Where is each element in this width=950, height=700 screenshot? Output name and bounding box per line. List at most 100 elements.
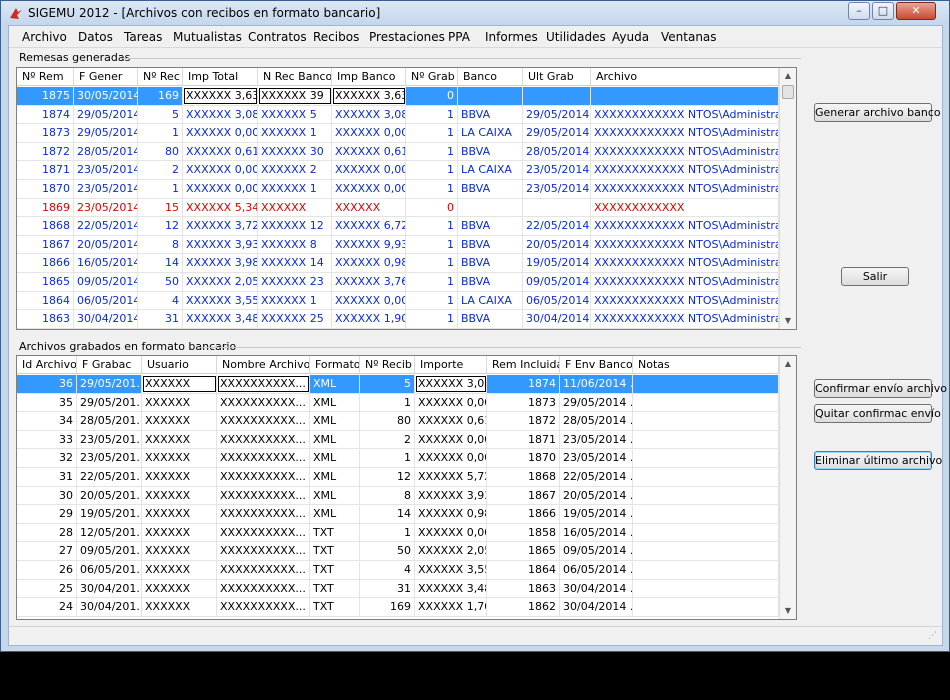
archivos-table-row[interactable]: 26 06/05/201... XXXXXX XXXXXXXXXX... TXT 4 XXX… xyxy=(17,561,779,580)
menu-datos[interactable]: Datos xyxy=(78,30,113,44)
archivos-table-row[interactable]: 30 20/05/201... XXXXXX XXXXXXXXXX... XML 8 XXX… xyxy=(17,486,779,506)
remesas-table-cell: XXXXXX 3,72 xyxy=(183,217,258,236)
menu-tareas[interactable]: Tareas xyxy=(124,30,162,44)
archivos-column-header[interactable]: Rem Incluida xyxy=(487,356,560,374)
archivos-column-header[interactable]: Usuario xyxy=(142,356,217,374)
confirmar-envio-button[interactable]: Confirmar envío archivo xyxy=(814,379,947,398)
remesas-grid[interactable]: Nº Rem F Gener Nº Rec Imp Total N Rec Banco I… xyxy=(16,67,797,330)
maximize-icon[interactable]: □ xyxy=(872,2,894,20)
remesas-table-cell: 20/05/2014 xyxy=(523,235,591,254)
title-bar[interactable]: SIGEMU 2012 - [Archivos con recibos en f… xyxy=(1,1,949,25)
archivos-column-header[interactable]: F Grabac xyxy=(77,356,142,374)
menu-ventanas[interactable]: Ventanas xyxy=(661,30,717,44)
menu-ppa[interactable]: PPA xyxy=(448,30,470,44)
archivos-column-header[interactable]: Nombre Archivo xyxy=(217,356,310,374)
archivos-table-cell: 28 xyxy=(17,523,77,542)
remesas-column-header[interactable]: F Gener xyxy=(74,68,138,86)
archivos-table-cell: XXXXXX 0,61 xyxy=(415,412,487,431)
archivos-column-header[interactable]: Nº Recib xyxy=(360,356,415,374)
remesas-table-row[interactable]: 1872 28/05/2014 80 XXXXXX 0,61 XXXXXX 30 XXXX… xyxy=(17,142,779,162)
remesas-table-cell: 1 xyxy=(406,310,458,329)
scroll-down-icon[interactable]: ▼ xyxy=(780,313,796,329)
archivos-column-header[interactable]: Formato xyxy=(310,356,360,374)
remesas-table-cell: 31 xyxy=(138,310,183,329)
archivos-table-row[interactable]: 33 23/05/201... XXXXXX XXXXXXXXXX... XML 2 XXX… xyxy=(17,430,779,450)
archivos-table-cell: XXXXXXXXXX... xyxy=(217,430,310,449)
archivos-table-cell: 1867 xyxy=(487,486,560,505)
close-icon[interactable]: ✕ xyxy=(896,2,936,20)
archivos-table-row[interactable]: 34 28/05/201... XXXXXX XXXXXXXXXX... XML 80 XX… xyxy=(17,412,779,431)
quitar-confirmacion-button[interactable]: Quitar confirmac envío xyxy=(814,404,941,423)
archivos-table-cell: XXXXXXXXXX... xyxy=(217,412,310,431)
archivos-table-row[interactable]: 24 30/04/201... XXXXXX XXXXXXXXXX... TXT 169 X… xyxy=(17,598,779,617)
menu-ayuda[interactable]: Ayuda xyxy=(612,30,649,44)
remesas-table-cell: 1 xyxy=(406,273,458,291)
remesas-table-row[interactable]: 1867 20/05/2014 8 XXXXXX 3,93 XXXXXX 8 XXXXXX… xyxy=(17,235,779,255)
scroll-up-icon[interactable]: ▲ xyxy=(780,68,796,84)
remesas-table-row[interactable]: 1873 29/05/2014 1 XXXXXX 0,00 XXXXXX 1 XXXXXX… xyxy=(17,124,779,143)
archivos-table-row[interactable]: 29 19/05/201... XXXXXX XXXXXXXXXX... XML 14 XX… xyxy=(17,505,779,524)
remesas-table-cell: 23/05/2014 xyxy=(523,161,591,180)
remesas-table-row[interactable]: 1863 30/04/2014 31 XXXXXX 3,48 XXXXXX 25 XXXX… xyxy=(17,310,779,329)
menu-contratos[interactable]: Contratos xyxy=(248,30,307,44)
archivos-table-row[interactable]: 28 12/05/201... XXXXXX XXXXXXXXXX... TXT 1 XXX… xyxy=(17,523,779,543)
remesas-column-header[interactable]: Nº Rec xyxy=(138,68,183,86)
remesas-column-header[interactable]: Imp Total xyxy=(183,68,258,86)
archivos-table-row[interactable]: 25 30/04/201... XXXXXX XXXXXXXXXX... TXT 31 XX… xyxy=(17,579,779,599)
archivos-column-header[interactable]: Id Archivo xyxy=(17,356,77,374)
archivos-column-header[interactable]: F Env Banco xyxy=(560,356,633,374)
remesas-table-row[interactable]: 1871 23/05/2014 2 XXXXXX 0,00 XXXXXX 2 XXXXXX… xyxy=(17,161,779,180)
menu-archivo[interactable]: Archivo xyxy=(22,30,67,44)
remesas-table-cell: 09/05/2014 xyxy=(523,273,591,291)
archivos-table-cell: 16/05/2014 ... xyxy=(560,523,633,542)
eliminar-ultimo-archivo-button[interactable]: Eliminar último archivo xyxy=(814,451,942,470)
remesas-table-cell: 1865 xyxy=(17,273,74,291)
archivos-table-row[interactable]: 35 29/05/201... XXXXXX XXXXXXXXXX... XML 1 XXX… xyxy=(17,393,779,413)
remesas-column-header[interactable]: Archivo xyxy=(591,68,779,86)
archivos-grid[interactable]: Id Archivo F Grabac Usuario Nombre Archivo F… xyxy=(16,355,797,620)
remesas-column-header[interactable]: Ult Grab xyxy=(523,68,591,86)
archivos-table-row[interactable]: 31 22/05/201... XXXXXX XXXXXXXXXX... XML 12 XX… xyxy=(17,468,779,487)
archivos-table-cell: 09/05/2014 ... xyxy=(560,542,633,561)
archivos-vertical-scrollbar[interactable]: ▲ ▼ xyxy=(779,356,796,619)
menu-prestaciones[interactable]: Prestaciones xyxy=(369,30,445,44)
remesas-column-header[interactable]: Nº Rem xyxy=(17,68,74,86)
remesas-table-cell: XXXXXX 1 xyxy=(258,180,332,198)
archivos-table-cell: XXXXXX 0,98 xyxy=(415,505,487,524)
archivos-column-header[interactable]: Notas xyxy=(633,356,779,374)
resize-grip-icon[interactable]: ⋰ xyxy=(928,631,940,643)
remesas-column-header[interactable]: Banco xyxy=(458,68,523,86)
scroll-thumb[interactable] xyxy=(782,85,794,99)
menu-mutualistas[interactable]: Mutualistas xyxy=(173,30,242,44)
remesas-table-row[interactable]: 1875 30/05/2014 169 XXXXXX 3,63 XXXXXX 39 XXX… xyxy=(17,87,779,106)
remesas-table-row[interactable]: 1870 23/05/2014 1 XXXXXX 0,00 XXXXXX 1 XXXXXX… xyxy=(17,180,779,199)
archivos-table-cell: 35 xyxy=(17,393,77,412)
archivos-table-row[interactable]: 27 09/05/201... XXXXXX XXXXXXXXXX... TXT 50 XX… xyxy=(17,542,779,561)
remesas-table-row[interactable]: 1864 06/05/2014 4 XXXXXX 3,55 XXXXXX 1 XXXXXX… xyxy=(17,291,779,311)
remesas-table-cell: 1863 xyxy=(17,310,74,329)
archivos-column-header[interactable]: Importe xyxy=(415,356,487,374)
remesas-column-header[interactable]: Imp Banco xyxy=(332,68,406,86)
remesas-table-cell: XXXXXX 1 xyxy=(258,124,332,143)
minimize-icon[interactable]: – xyxy=(848,2,870,20)
remesas-table-row[interactable]: 1868 22/05/2014 12 XXXXXX 3,72 XXXXXX 12 XXXX… xyxy=(17,217,779,236)
menu-utilidades[interactable]: Utilidades xyxy=(546,30,606,44)
remesas-column-header[interactable]: Nº Grab xyxy=(406,68,458,86)
menu-recibos[interactable]: Recibos xyxy=(313,30,359,44)
menu-informes[interactable]: Informes xyxy=(485,30,538,44)
archivos-table-row[interactable]: 32 23/05/201... XXXXXX XXXXXXXXXX... XML 1 XXX… xyxy=(17,449,779,468)
remesas-table-row[interactable]: 1869 23/05/2014 15 XXXXXX 5,34 XXXXXX XXXXXX 0… xyxy=(17,198,779,218)
remesas-table-cell: 12 xyxy=(138,217,183,236)
salir-button[interactable]: Salir xyxy=(841,267,909,286)
generar-archivo-banco-button[interactable]: Generar archivo banco xyxy=(814,103,941,122)
remesas-table-cell: 06/05/2014 xyxy=(74,291,138,310)
scroll-down-icon[interactable]: ▼ xyxy=(780,603,796,619)
remesas-table-row[interactable]: 1865 09/05/2014 50 XXXXXX 2,05 XXXXXX 23 XXXX… xyxy=(17,273,779,292)
remesas-table-row[interactable]: 1874 29/05/2014 5 XXXXXX 3,08 XXXXXX 5 XXXXXX… xyxy=(17,105,779,125)
remesas-table-row[interactable]: 1866 16/05/2014 14 XXXXXX 3,98 XXXXXX 14 XXXX… xyxy=(17,254,779,273)
scroll-up-icon[interactable]: ▲ xyxy=(780,356,796,372)
remesas-column-header[interactable]: N Rec Banco xyxy=(258,68,332,86)
remesas-vertical-scrollbar[interactable]: ▲ ▼ xyxy=(779,68,796,329)
archivos-table-row[interactable]: 36 29/05/201... XXXXXX XXXXXXXXXX... XML 5 XXX… xyxy=(17,375,779,394)
archivos-table-cell: 1 xyxy=(360,523,415,542)
